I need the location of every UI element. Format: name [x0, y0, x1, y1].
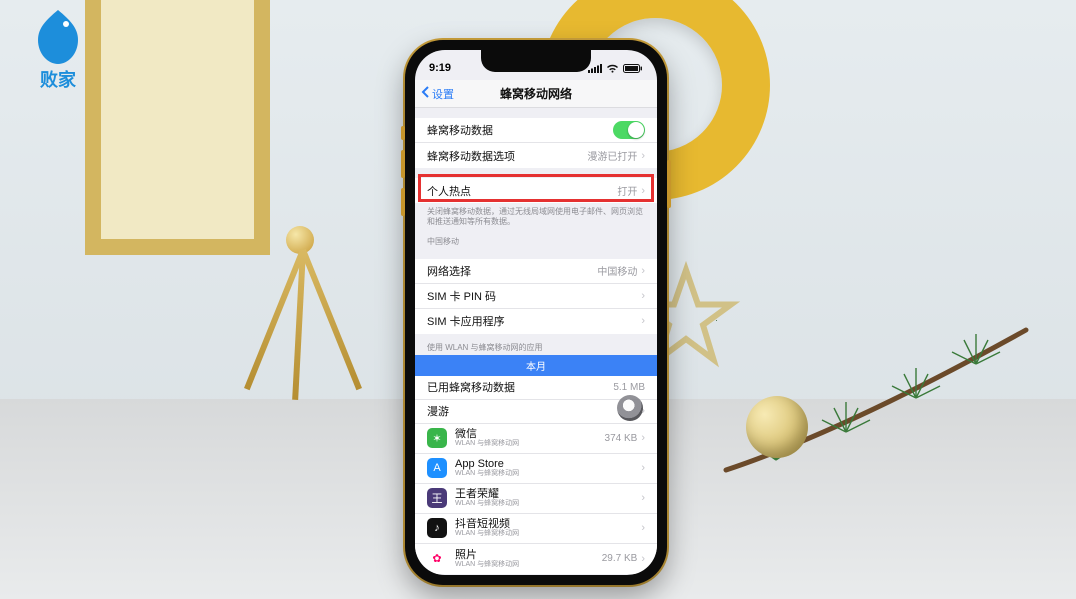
chevron-right-icon: › [641, 522, 645, 534]
app-name: 微信 [455, 428, 605, 440]
app-text: App StoreWLAN 与蜂窝移动网 [455, 458, 637, 478]
row-label: 漫游 [427, 403, 637, 419]
app-sub: WLAN 与蜂窝移动网 [455, 530, 637, 538]
app-name: App Store [455, 458, 637, 470]
app-usage: 374 KB [605, 433, 638, 444]
row-personal-hotspot[interactable]: 个人热点 打开 › [415, 178, 657, 203]
app-sub: WLAN 与蜂窝移动网 [455, 561, 602, 569]
group-cellular: 蜂窝移动数据 蜂窝移动数据选项 漫游已打开 › [415, 118, 657, 168]
chevron-right-icon: › [641, 432, 645, 444]
app-usage: 29.7 KB [602, 553, 638, 564]
battery-icon [623, 64, 643, 73]
row-app[interactable]: ♪ 抖音短视频WLAN 与蜂窝移动网 › [415, 514, 657, 544]
chevron-right-icon: › [641, 185, 645, 197]
chevron-right-icon: › [641, 290, 645, 302]
page-title: 蜂窝移动网络 [500, 85, 572, 102]
chevron-right-icon: › [641, 462, 645, 474]
navigation-bar: 设置 蜂窝移动网络 [415, 80, 657, 108]
row-label: SIM 卡 PIN 码 [427, 288, 637, 304]
chevron-right-icon: › [641, 265, 645, 277]
iphone-device: 9:19 设置 蜂窝移动网络 [405, 40, 667, 585]
row-value: 5.1 MB [613, 382, 645, 393]
app-text: 抖音短视频WLAN 与蜂窝移动网 [455, 518, 637, 538]
app-icon: A [427, 458, 447, 478]
row-label: 蜂窝移动数据 [427, 122, 613, 138]
row-app[interactable]: 王王者荣耀WLAN 与蜂窝移动网 › [415, 484, 657, 514]
status-time: 9:19 [429, 62, 451, 74]
month-bar: 本月 [415, 355, 657, 376]
chevron-right-icon: › [641, 315, 645, 327]
row-value: 中国移动 [597, 263, 637, 278]
row-value: 漫游已打开 [587, 148, 637, 163]
chevron-right-icon: › [641, 553, 645, 565]
chevron-right-icon: › [641, 492, 645, 504]
section-header-apps: 使用 WLAN 与蜂窝移动网的应用 [415, 334, 657, 355]
volume-down-button [401, 188, 405, 216]
app-name: 王者荣耀 [455, 488, 637, 500]
volume-up-button [401, 150, 405, 178]
app-icon: ♪ [427, 518, 447, 538]
phone-screen: 9:19 设置 蜂窝移动网络 [415, 50, 657, 575]
app-sub: WLAN 与蜂窝移动网 [455, 500, 637, 508]
signal-icon [588, 64, 602, 73]
back-button[interactable]: 设置 [421, 80, 454, 107]
gold-picture-frame [85, 0, 270, 255]
row-label: 已用蜂窝移动数据 [427, 379, 613, 395]
gold-tripod-stand [230, 250, 370, 410]
cellular-note: 关闭蜂窝移动数据，通过无线局域网使用电子邮件、网页浏览和推送通知等所有数据。 [415, 203, 657, 228]
silence-switch [401, 126, 405, 140]
back-label: 设置 [432, 86, 454, 102]
assistive-touch-button[interactable] [617, 395, 643, 421]
row-sim-pin[interactable]: SIM 卡 PIN 码 › [415, 284, 657, 309]
app-sub: WLAN 与蜂窝移动网 [455, 470, 637, 478]
glitter-ball-ornament [746, 396, 808, 458]
row-app[interactable]: ✿ 照片WLAN 与蜂窝移动网29.7 KB› [415, 544, 657, 574]
app-icon: 王 [427, 488, 447, 508]
row-sim-apps[interactable]: SIM 卡应用程序 › [415, 309, 657, 334]
row-cellular-options[interactable]: 蜂窝移动数据选项 漫游已打开 › [415, 143, 657, 168]
app-text: 照片WLAN 与蜂窝移动网 [455, 549, 602, 569]
chevron-left-icon [421, 86, 430, 101]
app-sub: WLAN 与蜂窝移动网 [455, 440, 605, 448]
power-button [667, 160, 671, 208]
row-used-data[interactable]: 已用蜂窝移动数据 5.1 MB [415, 376, 657, 400]
group-hotspot: 个人热点 打开 › [415, 178, 657, 203]
app-icon: ✿ [427, 549, 447, 569]
row-label: 蜂窝移动数据选项 [427, 148, 587, 164]
group-carrier: 网络选择 中国移动 › SIM 卡 PIN 码 › SIM 卡应用程序 › [415, 259, 657, 334]
chevron-right-icon: › [641, 150, 645, 162]
row-network-select[interactable]: 网络选择 中国移动 › [415, 259, 657, 284]
toggle-cellular-data[interactable] [613, 121, 645, 139]
app-name: 抖音短视频 [455, 518, 637, 530]
row-value: 打开 [617, 183, 637, 198]
row-label: SIM 卡应用程序 [427, 313, 637, 329]
row-cellular-data[interactable]: 蜂窝移动数据 [415, 118, 657, 143]
row-app[interactable]: A App StoreWLAN 与蜂窝移动网 › [415, 454, 657, 484]
section-header-carrier: 中国移动 [415, 228, 657, 249]
app-text: 微信WLAN 与蜂窝移动网 [455, 428, 605, 448]
row-app[interactable]: ✶ 微信WLAN 与蜂窝移动网374 KB› [415, 424, 657, 454]
svg-text:败家: 败家 [40, 69, 77, 90]
app-name: 照片 [455, 549, 602, 561]
channel-logo: 败家 [26, 6, 90, 92]
phone-notch [481, 50, 591, 72]
row-label: 网络选择 [427, 263, 597, 279]
row-label: 个人热点 [427, 183, 617, 199]
wifi-icon [606, 64, 619, 73]
app-icon: ✶ [427, 428, 447, 448]
app-text: 王者荣耀WLAN 与蜂窝移动网 [455, 488, 637, 508]
settings-content[interactable]: 蜂窝移动数据 蜂窝移动数据选项 漫游已打开 › 个人热点 打开 › 关闭蜂窝移动… [415, 108, 657, 575]
